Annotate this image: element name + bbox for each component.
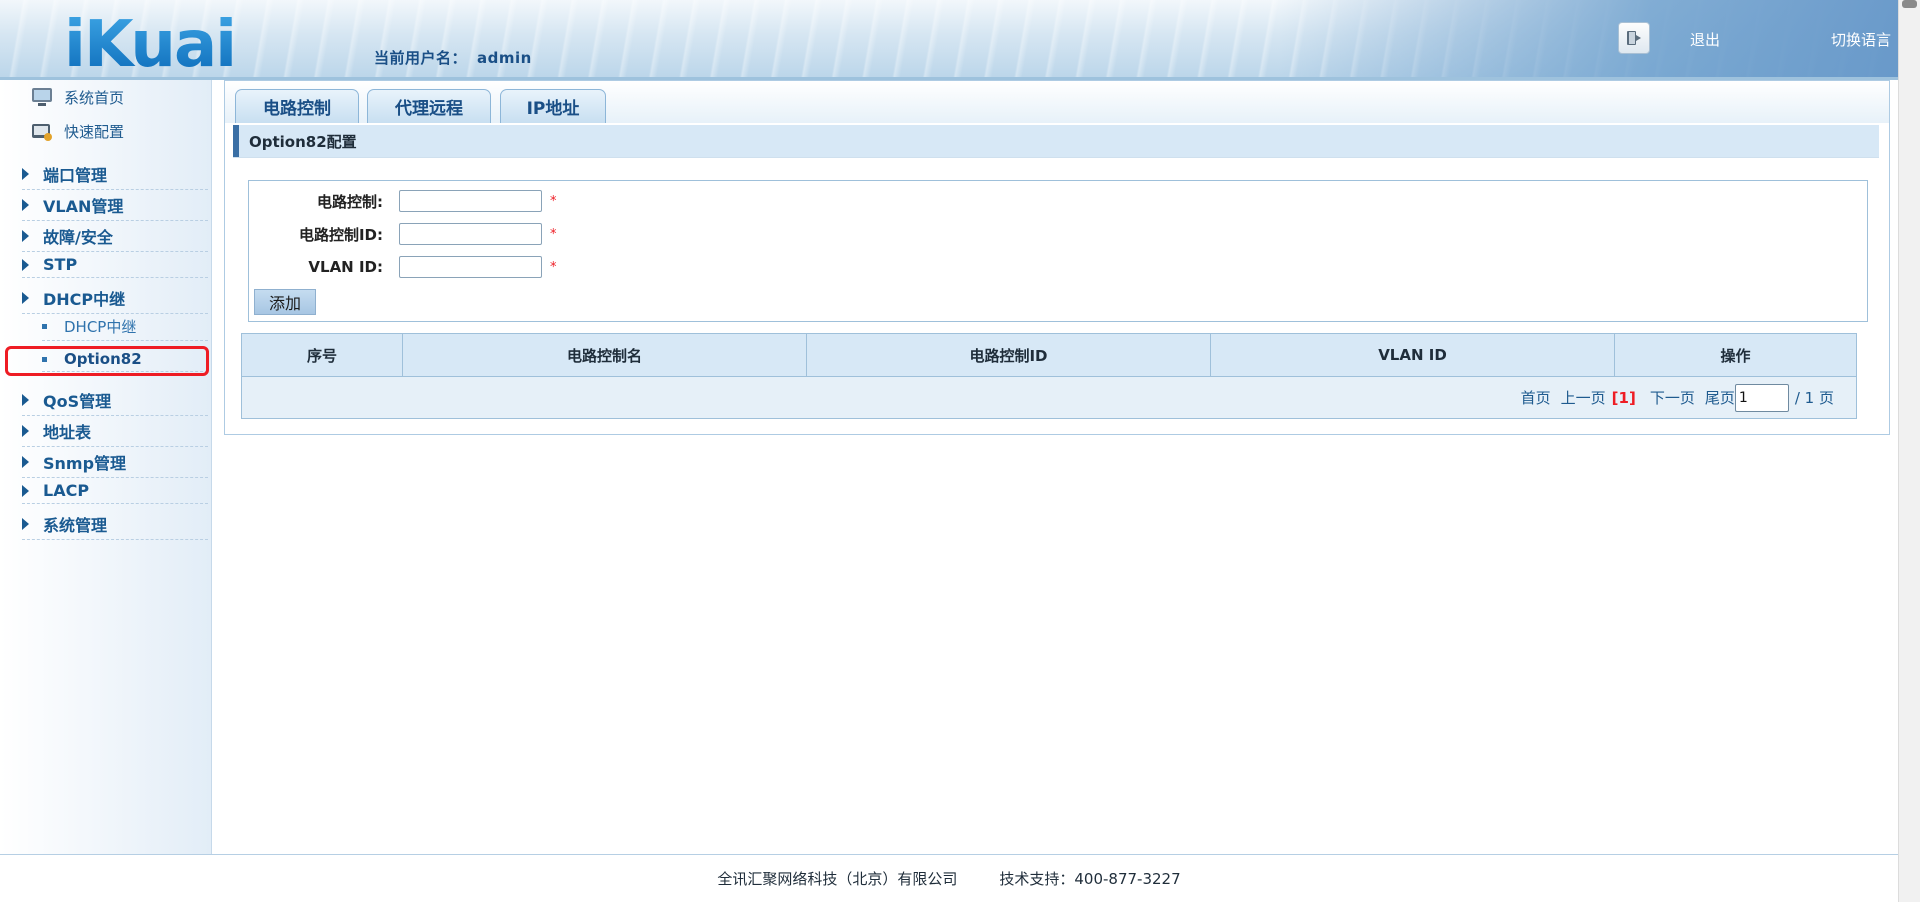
sidebar-group-dhcp-relay[interactable]: DHCP中继 bbox=[22, 286, 208, 314]
tab-bar: 电路控制 代理远程 IP地址 bbox=[225, 81, 1889, 123]
pager-total: / 1 页 bbox=[1794, 389, 1834, 407]
sidebar-group-label: VLAN管理 bbox=[43, 197, 124, 216]
user-name: admin bbox=[477, 49, 532, 67]
pager-current: [1] bbox=[1611, 388, 1636, 407]
sidebar-group-vlan[interactable]: VLAN管理 bbox=[22, 193, 208, 221]
tab-remote-agent[interactable]: 代理远程 bbox=[367, 89, 491, 123]
support-phone: 技术支持：400-877-3227 bbox=[999, 870, 1181, 888]
expand-arrow-icon bbox=[22, 168, 29, 180]
exit-icon[interactable] bbox=[1618, 22, 1650, 54]
sidebar-group-stp[interactable]: STP bbox=[22, 255, 208, 278]
company-name: 全讯汇聚网络科技（北京）有限公司 bbox=[717, 870, 958, 888]
logo-text: iKuai bbox=[64, 10, 235, 72]
pager-first[interactable]: 首页 bbox=[1521, 387, 1551, 408]
add-button[interactable]: 添加 bbox=[254, 289, 316, 315]
divider bbox=[233, 157, 1879, 158]
selection-highlight bbox=[5, 346, 209, 376]
form-row-vlan-id: VLAN ID: * bbox=[249, 256, 557, 278]
sidebar-group-label: LACP bbox=[43, 481, 90, 500]
table-header: 序号 电路控制名 电路控制ID VLAN ID 操作 bbox=[241, 333, 1857, 377]
circuit-control-input[interactable] bbox=[399, 190, 542, 212]
pagination: 首页 上一页 [1] 下一页 尾页 1 / 1 页 bbox=[241, 377, 1857, 419]
sidebar-item-quick-config[interactable]: 快速配置 bbox=[30, 120, 124, 142]
sidebar-group-snmp[interactable]: Snmp管理 bbox=[22, 450, 208, 478]
expand-arrow-icon bbox=[22, 484, 29, 497]
form-row-circuit-control-id: 电路控制ID: * bbox=[249, 223, 557, 245]
sidebar-group-label: 端口管理 bbox=[43, 166, 108, 185]
sidebar: 系统首页 快速配置 端口管理 VLAN管理 故障/安全 STP DHCP中继 D… bbox=[0, 80, 212, 855]
column-header-circuit-name: 电路控制名 bbox=[403, 334, 807, 376]
required-marker: * bbox=[550, 193, 557, 209]
expand-arrow-icon bbox=[22, 258, 29, 271]
sidebar-item-home[interactable]: 系统首页 bbox=[30, 86, 124, 108]
sidebar-group-qos[interactable]: QoS管理 bbox=[22, 388, 208, 416]
expand-arrow-icon bbox=[22, 425, 29, 437]
circuit-control-id-label: 电路控制ID: bbox=[298, 225, 383, 244]
vlan-id-label: VLAN ID: bbox=[308, 258, 383, 276]
column-header-vlan-id: VLAN ID bbox=[1211, 334, 1615, 376]
vlan-id-input[interactable] bbox=[399, 256, 542, 278]
circuit-control-label: 电路控制: bbox=[317, 192, 383, 211]
section-title: Option82配置 bbox=[233, 125, 1879, 157]
column-header-circuit-id: 电路控制ID bbox=[807, 334, 1211, 376]
page-number-input[interactable]: 1 bbox=[1734, 383, 1789, 412]
sidebar-item-label: 系统首页 bbox=[64, 88, 125, 107]
bullet-icon bbox=[42, 324, 47, 329]
sidebar-item-label: 快速配置 bbox=[64, 122, 125, 141]
user-label: 当前用户名： bbox=[374, 49, 468, 67]
pager-prev[interactable]: 上一页 bbox=[1561, 387, 1606, 408]
current-user: 当前用户名： admin bbox=[374, 47, 532, 68]
circuit-control-id-input[interactable] bbox=[399, 223, 542, 245]
tab-circuit-control[interactable]: 电路控制 bbox=[235, 89, 359, 123]
quick-config-icon bbox=[30, 120, 54, 142]
logout-link[interactable]: 退出 bbox=[1690, 29, 1720, 50]
expand-arrow-icon bbox=[22, 456, 29, 468]
sidebar-subitem-label: DHCP中继 bbox=[64, 318, 137, 336]
required-marker: * bbox=[550, 226, 557, 242]
sidebar-group-label: Snmp管理 bbox=[43, 454, 127, 473]
pager-last[interactable]: 尾页 bbox=[1705, 387, 1735, 408]
sidebar-group-label: 故障/安全 bbox=[43, 228, 113, 247]
header-glow bbox=[1278, 0, 1898, 77]
column-header-actions: 操作 bbox=[1720, 346, 1751, 365]
sidebar-group-system[interactable]: 系统管理 bbox=[22, 512, 208, 540]
tab-ip-address[interactable]: IP地址 bbox=[500, 89, 606, 123]
expand-arrow-icon bbox=[22, 230, 29, 242]
vertical-scrollbar[interactable] bbox=[1898, 0, 1920, 902]
form-row-circuit-control: 电路控制: * bbox=[249, 190, 557, 212]
column-header-index: 序号 bbox=[242, 334, 403, 376]
footer: 全讯汇聚网络科技（北京）有限公司 技术支持：400-877-3227 bbox=[0, 854, 1898, 902]
sidebar-group-label: DHCP中继 bbox=[43, 290, 126, 309]
sidebar-group-lacp[interactable]: LACP bbox=[22, 481, 208, 504]
sidebar-group-label: QoS管理 bbox=[43, 392, 112, 411]
expand-arrow-icon bbox=[22, 199, 29, 211]
expand-arrow-icon bbox=[22, 292, 29, 304]
switch-language-link[interactable]: 切换语言 bbox=[1831, 29, 1891, 50]
monitor-icon bbox=[30, 86, 54, 108]
pager-next[interactable]: 下一页 bbox=[1650, 387, 1695, 408]
sidebar-group-label: STP bbox=[43, 255, 78, 274]
sidebar-subitem-dhcp-relay[interactable]: DHCP中继 bbox=[42, 316, 208, 341]
sidebar-group-label: 地址表 bbox=[43, 423, 92, 442]
sidebar-group-security[interactable]: 故障/安全 bbox=[22, 224, 208, 252]
expand-arrow-icon bbox=[22, 518, 29, 530]
expand-arrow-icon bbox=[22, 394, 29, 406]
option82-form: 电路控制: * 电路控制ID: * VLAN ID: * 添加 bbox=[248, 180, 1868, 322]
option82-table: 序号 电路控制名 电路控制ID VLAN ID 操作 首页 上一页 [1] 下一… bbox=[241, 333, 1857, 419]
sidebar-group-port[interactable]: 端口管理 bbox=[22, 162, 208, 190]
sidebar-group-address-table[interactable]: 地址表 bbox=[22, 419, 208, 447]
scrollbar-thumb[interactable] bbox=[1902, 0, 1917, 8]
ikuai-logo[interactable]: iKuai bbox=[62, 10, 278, 72]
required-marker: * bbox=[550, 259, 557, 275]
header: iKuai 当前用户名： admin 退出 切换语言 bbox=[0, 0, 1898, 80]
sidebar-group-label: 系统管理 bbox=[43, 516, 108, 535]
main-panel: 电路控制 代理远程 IP地址 Option82配置 电路控制: * 电路控制ID… bbox=[224, 80, 1890, 435]
